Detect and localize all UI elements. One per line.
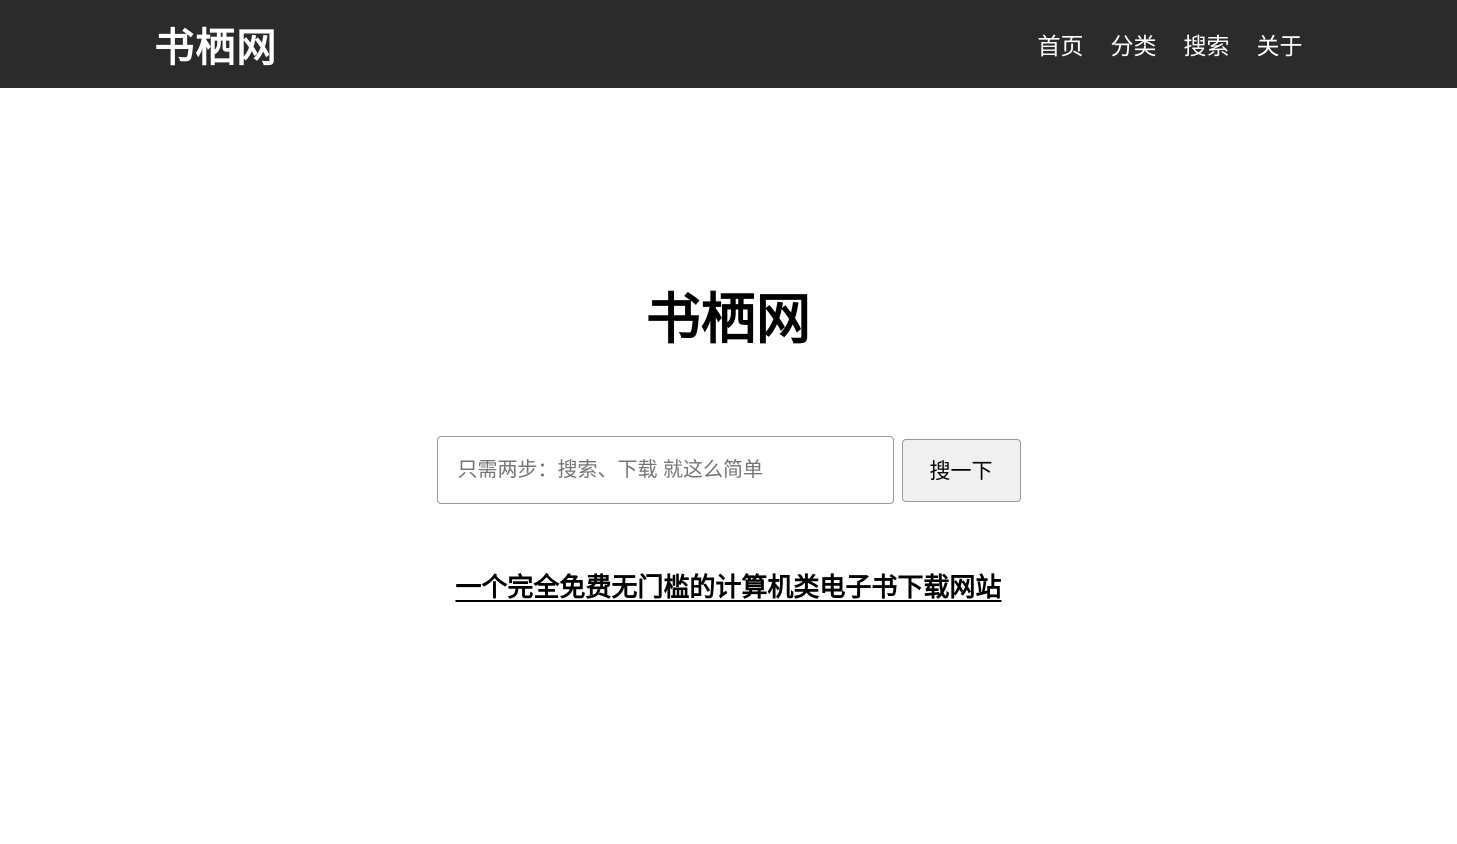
main-content: 书栖网 搜一下 一个完全免费无门槛的计算机类电子书下载网站 — [0, 88, 1457, 604]
search-input[interactable] — [437, 436, 894, 504]
page-title: 书栖网 — [0, 88, 1457, 351]
nav-categories[interactable]: 分类 — [1111, 27, 1157, 61]
tagline: 一个完全免费无门槛的计算机类电子书下载网站 — [0, 567, 1457, 604]
header: 书栖网 首页 分类 搜索 关于 — [0, 0, 1457, 88]
main-nav: 首页 分类 搜索 关于 — [1038, 27, 1303, 61]
nav-home[interactable]: 首页 — [1038, 27, 1084, 61]
search-bar: 搜一下 — [0, 436, 1457, 504]
header-container: 书栖网 首页 分类 搜索 关于 — [155, 0, 1303, 88]
nav-search[interactable]: 搜索 — [1184, 27, 1230, 61]
site-logo[interactable]: 书栖网 — [155, 15, 278, 73]
nav-about[interactable]: 关于 — [1257, 27, 1303, 61]
search-button[interactable]: 搜一下 — [902, 439, 1021, 502]
